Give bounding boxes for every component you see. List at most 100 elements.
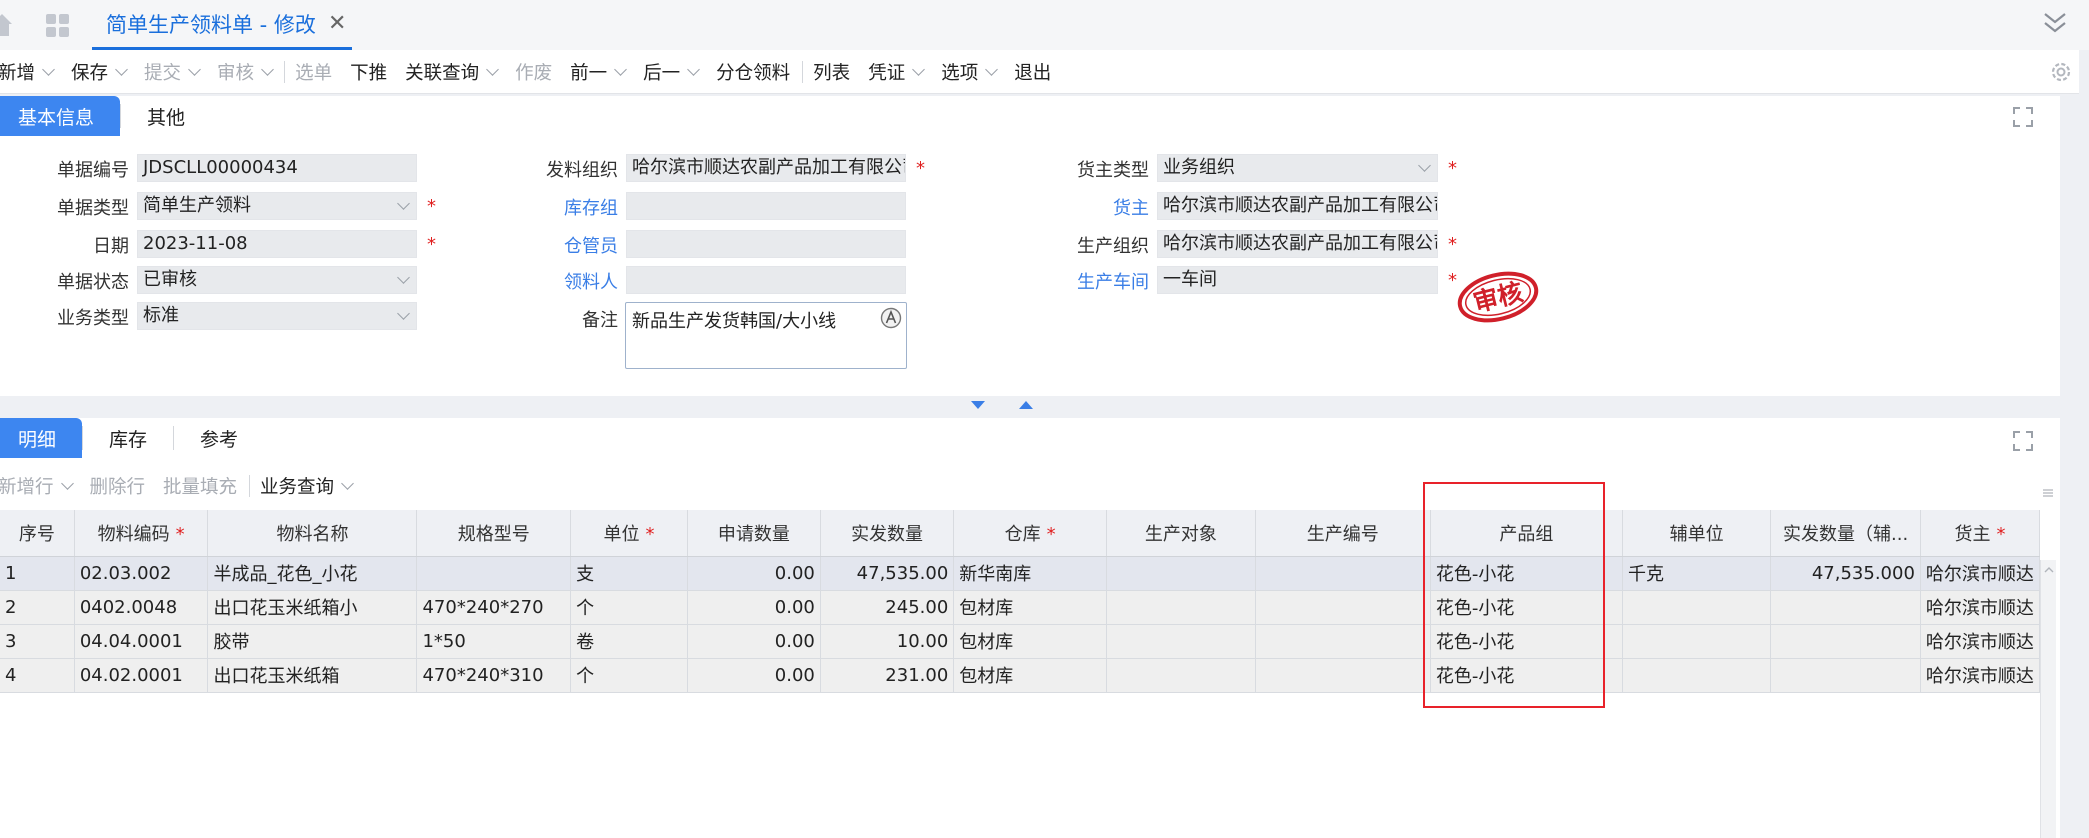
table-cell[interactable]: 0.00 xyxy=(687,556,821,591)
toolbar-button-11[interactable]: 分仓领料 xyxy=(708,50,800,94)
table-row[interactable]: 4 04.02.0001 出口花玉米纸箱 470*240*310 个 0.00 231.00… xyxy=(0,658,2041,693)
table-cell[interactable] xyxy=(1255,590,1431,625)
workshop-field[interactable]: 一车间 xyxy=(1157,266,1438,294)
stock-group-field[interactable] xyxy=(626,192,906,220)
column-header[interactable]: 产品组 xyxy=(1430,510,1624,557)
table-cell[interactable]: 花色-小花 xyxy=(1430,556,1624,591)
table-cell[interactable]: 包材库 xyxy=(953,658,1108,693)
table-cell[interactable] xyxy=(1622,590,1772,625)
owner-field[interactable]: 哈尔滨市顺达农副产品加工有限公司 xyxy=(1157,192,1438,220)
detail-toolbar-button-1[interactable]: 删除行 xyxy=(82,464,156,508)
picker-label[interactable]: 领料人 xyxy=(500,268,618,294)
keeper-label[interactable]: 仓管员 xyxy=(500,232,618,258)
toolbar-button-14[interactable]: 凭证 xyxy=(860,50,933,94)
table-cell[interactable]: 47,535.00 xyxy=(820,556,955,591)
keeper-field[interactable] xyxy=(626,230,906,258)
column-header[interactable]: 规格型号 xyxy=(416,510,572,557)
collapse-down-icon[interactable] xyxy=(970,400,986,410)
table-cell[interactable] xyxy=(416,556,572,591)
chevron-down-icon[interactable] xyxy=(614,62,628,76)
column-header[interactable]: 辅单位 xyxy=(1622,510,1772,557)
column-header[interactable]: 生产对象 xyxy=(1106,510,1256,557)
toolbar-button-3[interactable]: 审核 xyxy=(209,50,282,94)
issue-org-field[interactable]: 哈尔滨市顺达农副产品加工有限公司 xyxy=(626,154,906,182)
apps-grid-icon[interactable] xyxy=(46,14,70,38)
table-cell[interactable] xyxy=(1255,658,1431,693)
detail-tab-0[interactable]: 明细 xyxy=(0,418,83,458)
toolbar-button-5[interactable]: 选单 xyxy=(287,50,342,94)
fullscreen-icon[interactable] xyxy=(2012,430,2034,452)
table-cell[interactable]: 0.00 xyxy=(687,658,821,693)
column-header[interactable]: 物料名称 xyxy=(207,510,418,557)
toolbar-button-0[interactable]: 新增 xyxy=(0,50,63,94)
header-tab-0[interactable]: 基本信息 xyxy=(0,96,121,136)
table-cell[interactable]: 新华南库 xyxy=(953,556,1108,591)
table-cell[interactable] xyxy=(1255,624,1431,659)
table-cell[interactable] xyxy=(1770,624,1921,659)
bill-no-field[interactable]: JDSCLL00000434 xyxy=(137,154,417,182)
table-cell[interactable] xyxy=(1106,624,1256,659)
table-cell[interactable]: 花色-小花 xyxy=(1430,624,1624,659)
column-header[interactable]: 货主 * xyxy=(1920,510,2041,557)
chevron-down-icon[interactable] xyxy=(261,62,274,76)
double-chevron-down-icon[interactable] xyxy=(2041,10,2069,36)
chevron-down-icon[interactable] xyxy=(188,62,201,76)
table-cell[interactable]: 4 xyxy=(0,658,75,693)
date-field[interactable]: 2023-11-08 xyxy=(137,230,417,258)
toolbar-button-6[interactable]: 下推 xyxy=(342,50,397,94)
table-cell[interactable]: 哈尔滨市顺达 xyxy=(1920,624,2041,659)
home-icon[interactable] xyxy=(0,12,12,38)
table-cell[interactable]: 470*240*310 xyxy=(416,658,572,693)
toolbar-button-1[interactable]: 保存 xyxy=(63,50,136,94)
column-header[interactable]: 仓库 * xyxy=(953,510,1108,557)
column-header[interactable]: 申请数量 xyxy=(687,510,821,557)
toolbar-button-9[interactable]: 前一 xyxy=(562,50,635,94)
table-cell[interactable]: 2 xyxy=(0,590,75,625)
table-cell[interactable]: 1*50 xyxy=(416,624,572,659)
toolbar-button-13[interactable]: 列表 xyxy=(805,50,860,94)
chevron-down-icon[interactable] xyxy=(42,62,55,76)
table-cell[interactable]: 47,535.000 xyxy=(1770,556,1921,591)
detail-toolbar-button-4[interactable]: 业务查询 xyxy=(252,464,362,508)
chevron-down-icon[interactable] xyxy=(912,62,926,76)
tab-production-pick-edit[interactable]: 简单生产领料单 - 修改 ✕ xyxy=(92,0,353,50)
bill-type-select[interactable]: 简单生产领料 xyxy=(137,192,417,220)
table-cell[interactable]: 胶带 xyxy=(207,624,418,659)
table-cell[interactable]: 哈尔滨市顺达 xyxy=(1920,658,2041,693)
stock-group-label[interactable]: 库存组 xyxy=(500,194,618,220)
detail-tab-1[interactable]: 库存 xyxy=(83,418,173,458)
column-header[interactable]: 单位 * xyxy=(570,510,688,557)
text-assist-icon[interactable] xyxy=(880,307,902,329)
table-row[interactable]: 2 0402.0048 出口花玉米纸箱小 470*240*270 个 0.00 245.00… xyxy=(0,590,2041,625)
table-cell[interactable]: 3 xyxy=(0,624,75,659)
toolbar-button-15[interactable]: 选项 xyxy=(933,50,1006,94)
table-cell[interactable]: 千克 xyxy=(1622,556,1772,591)
toolbar-button-10[interactable]: 后一 xyxy=(635,50,708,94)
column-header[interactable]: 生产编号 xyxy=(1255,510,1431,557)
toolbar-button-7[interactable]: 关联查询 xyxy=(397,50,507,94)
table-cell[interactable]: 10.00 xyxy=(820,624,955,659)
chevron-down-icon[interactable] xyxy=(60,477,74,490)
table-cell[interactable] xyxy=(1106,658,1256,693)
table-cell[interactable]: 花色-小花 xyxy=(1430,658,1624,693)
column-settings-icon[interactable] xyxy=(2042,486,2054,498)
table-cell[interactable]: 出口花玉米纸箱小 xyxy=(207,590,418,625)
toolbar-button-16[interactable]: 退出 xyxy=(1006,50,1061,94)
prod-org-field[interactable]: 哈尔滨市顺达农副产品加工有限公司 xyxy=(1157,230,1438,258)
table-cell[interactable]: 02.03.002 xyxy=(74,556,209,591)
table-cell[interactable] xyxy=(1106,556,1256,591)
toolbar-button-8[interactable]: 作废 xyxy=(507,50,562,94)
workshop-label[interactable]: 生产车间 xyxy=(1030,268,1149,294)
table-cell[interactable]: 花色-小花 xyxy=(1430,590,1624,625)
table-cell[interactable]: 哈尔滨市顺达 xyxy=(1920,590,2041,625)
table-cell[interactable] xyxy=(1770,590,1921,625)
scroll-up-icon[interactable] xyxy=(2041,564,2057,576)
table-cell[interactable]: 0.00 xyxy=(687,624,821,659)
toolbar-button-2[interactable]: 提交 xyxy=(136,50,209,94)
header-tab-1[interactable]: 其他 xyxy=(121,96,211,136)
table-cell[interactable]: 支 xyxy=(570,556,688,591)
table-row[interactable]: 3 04.04.0001 胶带 1*50 卷 0.00 10.00 包材库 花色-小花 哈尔滨市顺… xyxy=(0,624,2041,659)
table-cell[interactable]: 哈尔滨市顺达 xyxy=(1920,556,2041,591)
biz-type-select[interactable]: 标准 xyxy=(137,302,417,330)
chevron-down-icon[interactable] xyxy=(486,62,499,76)
